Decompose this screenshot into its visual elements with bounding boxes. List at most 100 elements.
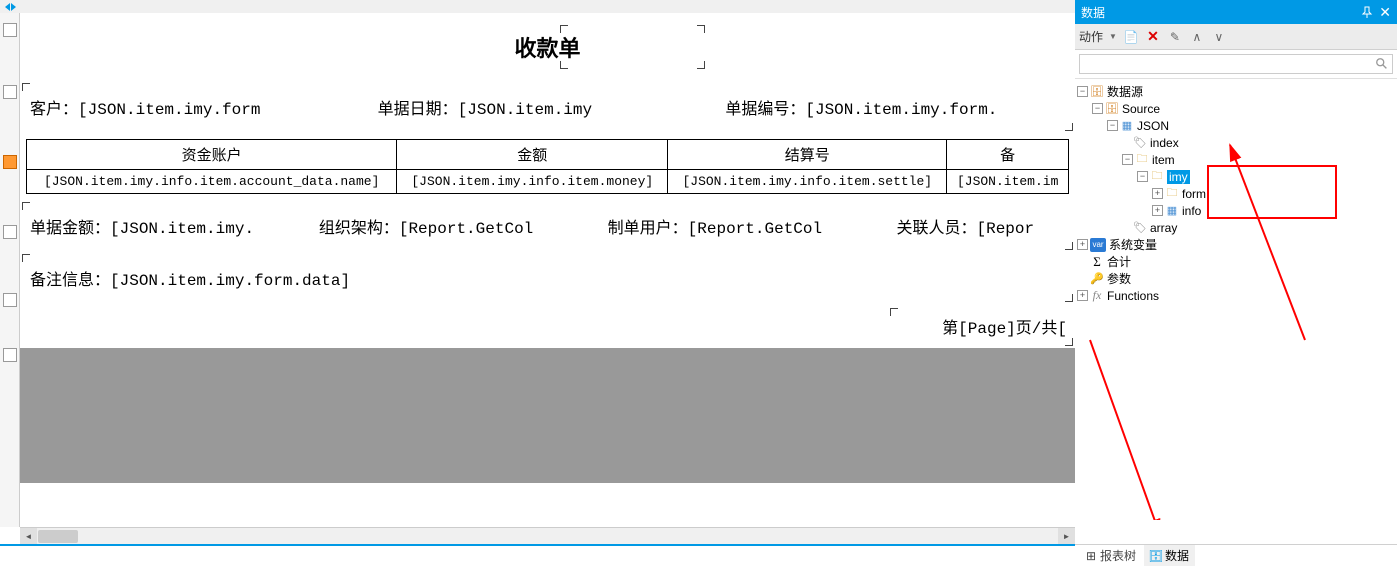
customer-value: [JSON.item.imy.form — [78, 101, 260, 119]
tree-toggle[interactable]: + — [1077, 239, 1088, 250]
tree-label[interactable]: 合计 — [1107, 253, 1131, 270]
function-icon: fx — [1090, 289, 1104, 303]
sigma-icon: Σ — [1090, 255, 1104, 269]
tree-label[interactable]: Functions — [1107, 289, 1159, 303]
table-cell: [JSON.item.imy.info.item.settle] — [668, 170, 947, 194]
tab-report-tree[interactable]: ⊞ 报表树 — [1079, 545, 1142, 566]
amount-value: [JSON.item.imy. — [110, 220, 254, 238]
search-input[interactable] — [1079, 54, 1393, 74]
linked-value: [Repor — [977, 220, 1035, 238]
vertical-ruler — [0, 13, 20, 527]
table-icon: ▦ — [1165, 204, 1179, 218]
database-icon: 🗄 — [1105, 102, 1119, 116]
panel-title: 数据 — [1081, 4, 1105, 21]
tree-label[interactable]: array — [1150, 221, 1177, 235]
field-icon: 🏷 — [1133, 221, 1147, 235]
designer-topbar: 1234567891011121314151617 — [0, 0, 1075, 13]
docno-value: [JSON.item.imy.form. — [805, 101, 997, 119]
docno-label: 单据编号： — [725, 101, 805, 119]
expand-collapse-icon[interactable] — [0, 0, 20, 13]
table-cell: [JSON.item.imy.info.item.money] — [397, 170, 668, 194]
tree-label[interactable]: 数据源 — [1107, 83, 1143, 100]
table-header: 备 — [947, 140, 1069, 170]
field-icon: 🏷 — [1133, 136, 1147, 150]
move-down-icon[interactable]: ∨ — [1211, 29, 1227, 45]
tab-label: 报表树 — [1100, 547, 1136, 564]
data-icon: 🗄 — [1150, 550, 1162, 562]
table-header: 资金账户 — [27, 140, 397, 170]
move-up-icon[interactable]: ∧ — [1189, 29, 1205, 45]
search-row — [1075, 50, 1397, 79]
date-label: 单据日期： — [378, 101, 458, 119]
remark-label: 备注信息： — [30, 272, 110, 290]
tree-toggle[interactable]: − — [1077, 86, 1088, 97]
tree-toggle[interactable]: − — [1107, 120, 1118, 131]
tree-icon: ⊞ — [1085, 550, 1097, 562]
table-cell: [JSON.item.im — [947, 170, 1069, 194]
footer-fields-row-2[interactable]: 备注信息：[JSON.item.imy.form.data] — [20, 252, 1075, 304]
folder-icon: 🗀 — [1150, 170, 1164, 184]
linked-label: 关联人员： — [896, 220, 976, 238]
maker-label: 制单用户： — [608, 220, 688, 238]
tree-label[interactable]: Source — [1122, 102, 1160, 116]
tab-data[interactable]: 🗄 数据 — [1144, 545, 1195, 566]
pin-icon[interactable] — [1361, 6, 1373, 18]
delete-icon[interactable]: ✕ — [1145, 29, 1161, 45]
header-fields-row[interactable]: 客户：[JSON.item.imy.form 单据日期：[JSON.item.i… — [20, 81, 1075, 133]
panel-header[interactable]: 数据 ✕ — [1075, 0, 1397, 24]
tree-label[interactable]: info — [1182, 204, 1201, 218]
table-header: 结算号 — [668, 140, 947, 170]
band-marker[interactable] — [3, 348, 17, 362]
pager-text: 第[Page]页/共[ — [942, 320, 1067, 338]
tree-label[interactable]: form — [1182, 187, 1206, 201]
table-cell: [JSON.item.imy.info.item.account_data.na… — [27, 170, 397, 194]
key-icon: 🔑 — [1090, 272, 1104, 286]
tree-label-selected[interactable]: imy — [1167, 170, 1190, 184]
tree-toggle[interactable]: + — [1077, 290, 1088, 301]
tree-label[interactable]: item — [1152, 153, 1175, 167]
tree-label[interactable]: JSON — [1137, 119, 1169, 133]
band-marker[interactable] — [3, 23, 17, 37]
report-title-band[interactable]: 收款单 — [20, 13, 1075, 81]
tree-toggle[interactable]: − — [1137, 171, 1148, 182]
tree-toggle[interactable]: − — [1122, 154, 1133, 165]
band-marker[interactable] — [3, 85, 17, 99]
chevron-down-icon[interactable]: ▼ — [1109, 32, 1117, 41]
canvas-scroll-area[interactable]: 收款单 客户：[JSON.item.imy.form 单据日期：[JSON.it… — [20, 13, 1075, 527]
scroll-right-button[interactable]: ► — [1058, 528, 1075, 545]
database-icon: 🗄 — [1090, 85, 1104, 99]
table-header: 金额 — [397, 140, 668, 170]
tree-toggle[interactable]: − — [1092, 103, 1103, 114]
close-icon[interactable]: ✕ — [1379, 4, 1391, 21]
footer-fields-row-1[interactable]: 单据金额：[JSON.item.imy. 组织架构：[Report.GetCol… — [20, 200, 1075, 252]
folder-icon: 🗀 — [1135, 153, 1149, 167]
edit-icon[interactable]: ✎ — [1167, 29, 1183, 45]
amount-label: 单据金额： — [30, 220, 110, 238]
scroll-left-button[interactable]: ◄ — [20, 528, 37, 545]
remark-value: [JSON.item.imy.form.data] — [110, 272, 350, 290]
scroll-thumb[interactable] — [38, 530, 78, 543]
page-end-area — [20, 348, 1075, 483]
page-footer-band[interactable]: 第[Page]页/共[ — [20, 304, 1075, 348]
tree-label[interactable]: index — [1150, 136, 1179, 150]
band-marker[interactable] — [3, 293, 17, 307]
panel-bottom-tabs: ⊞ 报表树 🗄 数据 — [1075, 544, 1397, 566]
band-marker-active[interactable] — [3, 155, 17, 169]
report-designer-canvas-area: 1234567891011121314151617 收款单 — [0, 0, 1075, 544]
tree-label[interactable]: 系统变量 — [1109, 236, 1157, 253]
report-data-table[interactable]: 资金账户 金额 结算号 备 [JSON.item.imy.info.item.a… — [26, 139, 1069, 194]
data-source-tree[interactable]: −🗄数据源 −🗄Source −▦JSON 🏷index −🗀item −🗀im… — [1075, 79, 1397, 544]
date-value: [JSON.item.imy — [458, 101, 592, 119]
tree-label[interactable]: 参数 — [1107, 270, 1131, 287]
horizontal-scrollbar[interactable]: ◄ ► — [20, 527, 1075, 544]
new-item-icon[interactable]: 📄 — [1123, 29, 1139, 45]
customer-label: 客户： — [30, 101, 78, 119]
table-icon: ▦ — [1120, 119, 1134, 133]
toolbar-actions-label[interactable]: 动作 — [1079, 28, 1103, 45]
report-page[interactable]: 收款单 客户：[JSON.item.imy.form 单据日期：[JSON.it… — [20, 13, 1075, 483]
tree-toggle[interactable]: + — [1152, 205, 1163, 216]
folder-icon: 🗀 — [1165, 187, 1179, 201]
band-marker[interactable] — [3, 225, 17, 239]
tree-toggle[interactable]: + — [1152, 188, 1163, 199]
org-label: 组织架构： — [319, 220, 399, 238]
